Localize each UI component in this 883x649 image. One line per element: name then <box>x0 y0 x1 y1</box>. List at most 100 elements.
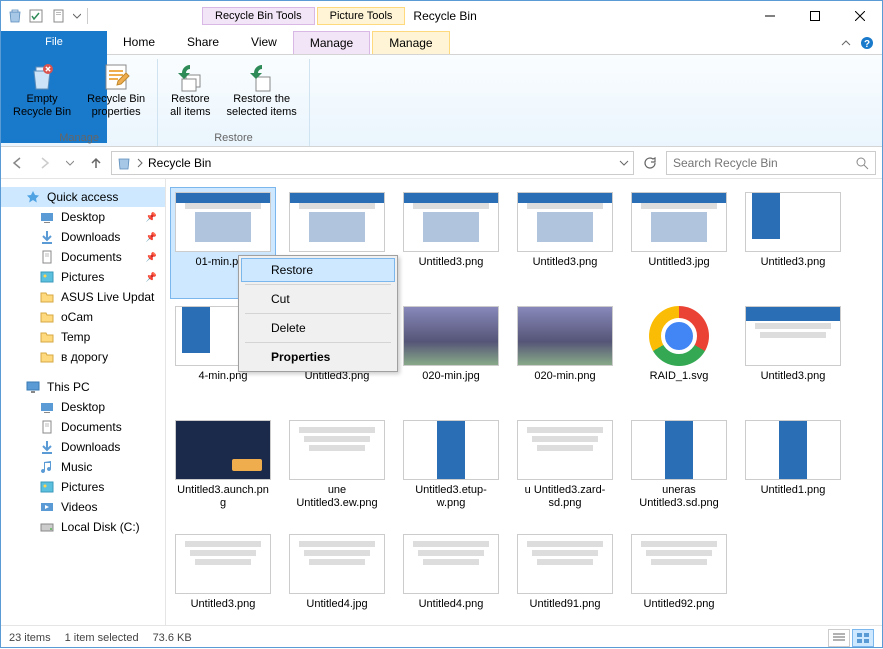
recycle-bin-properties-button[interactable]: Recycle Bin properties <box>81 59 151 121</box>
tab-view[interactable]: View <box>235 31 293 54</box>
sidebar-quick-access[interactable]: Quick access <box>1 187 165 207</box>
file-grid-area[interactable]: 01-min.pngUntitled3.pngUntitled3.pngUnti… <box>166 179 882 625</box>
thumbnail <box>175 192 271 252</box>
search-input[interactable] <box>673 156 855 170</box>
sidebar-this-pc[interactable]: This PC <box>1 377 165 397</box>
chevron-right-icon[interactable] <box>136 158 144 168</box>
tab-manage-picture[interactable]: Manage <box>372 31 449 54</box>
file-item[interactable]: Untitled3.png <box>512 187 618 299</box>
sidebar-item[interactable]: Pictures 📌 <box>1 267 165 287</box>
thumbnail <box>403 534 499 594</box>
up-button[interactable] <box>85 152 107 174</box>
chevron-down-icon[interactable] <box>619 158 629 168</box>
file-item[interactable]: 020-min.png <box>512 301 618 413</box>
restore-all-button[interactable]: Restore all items <box>164 59 216 121</box>
forward-button[interactable] <box>33 152 55 174</box>
file-name: Untitled3.etup-w.png <box>403 484 499 510</box>
file-item[interactable]: RAID_1.svg <box>626 301 732 413</box>
sidebar-item[interactable]: Music <box>1 457 165 477</box>
close-button[interactable] <box>837 1 882 31</box>
file-item[interactable]: 020-min.jpg <box>398 301 504 413</box>
sidebar-item[interactable]: Downloads📌 <box>1 227 165 247</box>
picture-tools-tab[interactable]: Picture Tools <box>317 7 406 25</box>
contextual-tool-tabs: Recycle Bin Tools Picture Tools <box>202 7 405 25</box>
thumbnail <box>403 192 499 252</box>
refresh-button[interactable] <box>638 151 662 175</box>
help-icon[interactable]: ? <box>860 36 874 50</box>
sidebar-item-label: ASUS Live Updat <box>61 290 154 304</box>
file-item[interactable]: Untitled3.aunch.png <box>170 415 276 527</box>
file-item[interactable]: Untitled1.png <box>740 415 846 527</box>
pin-icon: 📌 <box>146 272 157 283</box>
recycle-bin-icon <box>7 8 23 24</box>
context-delete[interactable]: Delete <box>241 316 395 340</box>
context-cut[interactable]: Cut <box>241 287 395 311</box>
sidebar-item[interactable]: ASUS Live Updat <box>1 287 165 307</box>
thumbnail <box>403 420 499 480</box>
file-item[interactable]: Untitled3.png <box>398 187 504 299</box>
file-item[interactable]: Untitled91.png <box>512 529 618 625</box>
item-icon <box>39 309 55 325</box>
item-icon <box>39 519 55 535</box>
thumbnail <box>745 306 841 366</box>
sidebar-item[interactable]: Documents📌 <box>1 247 165 267</box>
file-item[interactable]: Untitled3.etup-w.png <box>398 415 504 527</box>
file-name: Untitled3.png <box>191 598 256 611</box>
file-item[interactable]: Untitled3.png <box>740 187 846 299</box>
view-details-button[interactable] <box>828 629 850 647</box>
chevron-down-icon[interactable] <box>73 12 81 20</box>
sidebar-item[interactable]: Videos <box>1 497 165 517</box>
file-item[interactable]: Untitled4.png <box>398 529 504 625</box>
file-item[interactable]: Untitled3.png <box>170 529 276 625</box>
view-thumbnails-button[interactable] <box>852 629 874 647</box>
sidebar-item[interactable]: oCam <box>1 307 165 327</box>
file-item[interactable]: Untitled3.jpg <box>626 187 732 299</box>
empty-recycle-bin-button[interactable]: Empty Recycle Bin <box>7 59 77 121</box>
file-item[interactable]: uneras Untitled3.sd.png <box>626 415 732 527</box>
tab-home[interactable]: Home <box>107 31 171 54</box>
recent-dropdown[interactable] <box>59 152 81 174</box>
sidebar-item[interactable]: Pictures <box>1 477 165 497</box>
sidebar-item[interactable]: Local Disk (C:) <box>1 517 165 537</box>
sidebar-item[interactable]: Desktop📌 <box>1 207 165 227</box>
sidebar-item[interactable]: в дорогу <box>1 347 165 367</box>
back-button[interactable] <box>7 152 29 174</box>
context-restore[interactable]: Restore <box>241 258 395 282</box>
sidebar-item-label: Music <box>61 460 92 474</box>
tab-share[interactable]: Share <box>171 31 235 54</box>
file-item[interactable]: Untitled3.png <box>740 301 846 413</box>
sidebar-item[interactable]: Downloads <box>1 437 165 457</box>
divider <box>87 8 88 24</box>
file-item[interactable]: Untitled92.png <box>626 529 732 625</box>
sidebar-item[interactable]: Desktop <box>1 397 165 417</box>
sidebar-item[interactable]: Documents <box>1 417 165 437</box>
file-name: u Untitled3.zard-sd.png <box>517 484 613 510</box>
recycle-bin-tools-tab[interactable]: Recycle Bin Tools <box>202 7 315 25</box>
address-box[interactable]: Recycle Bin <box>111 151 634 175</box>
sidebar-item[interactable]: Temp <box>1 327 165 347</box>
file-item[interactable]: u Untitled3.zard-sd.png <box>512 415 618 527</box>
minimize-ribbon-icon[interactable] <box>840 37 852 49</box>
sidebar-item-label: Documents <box>61 420 122 434</box>
maximize-button[interactable] <box>792 1 837 31</box>
search-box[interactable] <box>666 151 876 175</box>
breadcrumb[interactable]: Recycle Bin <box>148 156 211 170</box>
ribbon-group-manage: Empty Recycle Bin Recycle Bin properties… <box>1 59 158 146</box>
item-icon <box>39 289 55 305</box>
sidebar-item-label: Pictures <box>61 270 104 284</box>
file-name: uneras Untitled3.sd.png <box>631 484 727 510</box>
restore-selected-icon <box>246 61 278 93</box>
qat-item[interactable] <box>25 7 47 25</box>
search-icon[interactable] <box>855 156 869 170</box>
restore-all-icon <box>174 61 206 93</box>
qat-dropdown[interactable] <box>49 7 71 25</box>
minimize-button[interactable] <box>747 1 792 31</box>
item-icon <box>39 459 55 475</box>
thumbnail <box>745 420 841 480</box>
file-item[interactable]: Untitled4.jpg <box>284 529 390 625</box>
file-item[interactable]: une Untitled3.ew.png <box>284 415 390 527</box>
thumbnail <box>745 192 841 252</box>
context-properties[interactable]: Properties <box>241 345 395 369</box>
tab-manage-recycle[interactable]: Manage <box>293 31 370 54</box>
restore-selected-button[interactable]: Restore the selected items <box>221 59 303 121</box>
